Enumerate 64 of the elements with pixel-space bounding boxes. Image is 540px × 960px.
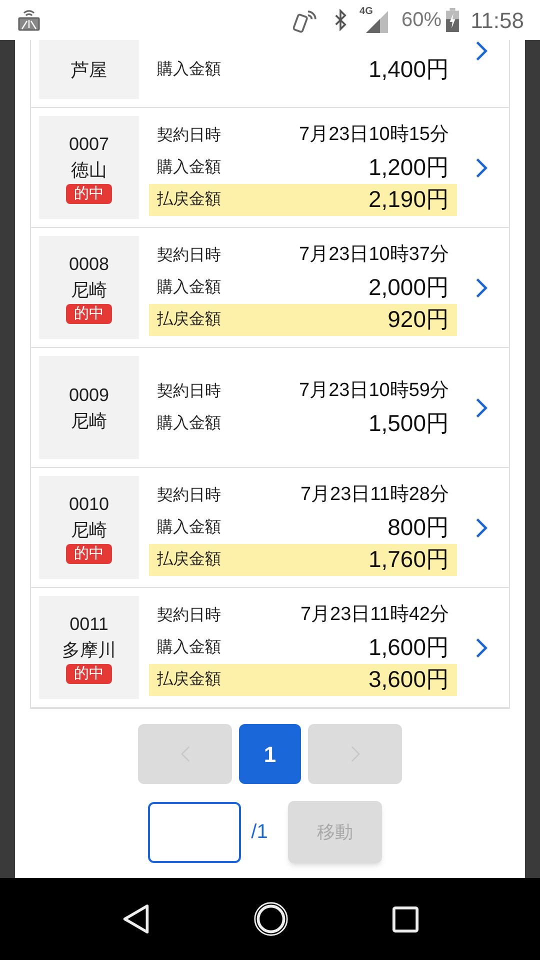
row-label: 契約日時 (157, 382, 221, 402)
row-label: 購入金額 (157, 518, 221, 538)
row-label: 購入金額 (157, 638, 221, 658)
bet-number: 0007 (68, 132, 110, 156)
chevron-right-icon (474, 156, 488, 178)
row-value: 7月23日11時28分 (300, 483, 449, 508)
venue-name: 徳山 (71, 158, 107, 182)
row-value: 1,600円 (368, 633, 449, 662)
row-value: 2,190円 (368, 185, 449, 214)
home-icon[interactable] (252, 901, 288, 937)
back-icon[interactable] (122, 904, 150, 934)
row-value: 1,200円 (368, 153, 449, 182)
page-number-field[interactable] (148, 802, 242, 862)
total-pages: /1 (251, 820, 268, 845)
row-value: 7月23日11時42分 (300, 603, 449, 628)
bet-number: 0010 (68, 492, 110, 516)
venue-name: 芦屋 (71, 58, 107, 82)
row-value: 1,400円 (368, 55, 449, 84)
row-value: 7月23日10時15分 (299, 123, 449, 148)
chevron-right-icon (474, 516, 488, 538)
row-value: 3,600円 (368, 665, 449, 694)
hit-badge: 的中 (66, 184, 112, 204)
recents-icon[interactable] (392, 906, 418, 932)
screen-mirror-icon (16, 7, 42, 33)
hit-badge: 的中 (66, 664, 112, 684)
row-label: 払戻金額 (157, 670, 221, 690)
row-label: 契約日時 (157, 126, 221, 146)
clock: 11:58 (470, 6, 524, 34)
row-label: 購入金額 (157, 60, 221, 80)
hit-badge: 的中 (66, 304, 112, 324)
row-value: 1,500円 (368, 409, 449, 438)
bet-number: 0009 (68, 384, 110, 406)
bet-number: 0011 (70, 612, 108, 636)
row-label: 払戻金額 (157, 310, 221, 330)
venue-name: 尼崎 (71, 410, 107, 432)
row-label: 契約日時 (157, 246, 221, 266)
hit-badge: 的中 (66, 544, 112, 564)
row-label: 購入金額 (157, 278, 221, 298)
row-label: 契約日時 (157, 486, 221, 506)
page-button[interactable]: 1 (239, 724, 301, 784)
row-label: 払戻金額 (157, 190, 221, 210)
venue-name: 多摩川 (62, 638, 116, 662)
row-value: 1,760円 (368, 545, 449, 574)
network-type: 4G (360, 7, 373, 17)
bet-number: 0008 (68, 252, 110, 276)
row-label: 払戻金額 (157, 550, 221, 570)
bluetooth-icon (332, 9, 348, 31)
venue-name: 尼崎 (71, 518, 107, 542)
chevron-right-icon (474, 396, 488, 418)
chevron-right-icon (474, 276, 488, 298)
battery-percent: 60% (402, 8, 442, 33)
row-value: 920円 (388, 305, 449, 334)
row-value: 2,000円 (368, 273, 449, 302)
venue-name: 尼崎 (71, 278, 107, 302)
chevron-right-icon (474, 636, 488, 658)
row-label: 購入金額 (157, 414, 221, 434)
row-label: 契約日時 (157, 606, 221, 626)
bet-card[interactable]: 芦屋 購入金額 1,400円 (31, 40, 509, 108)
chevron-right-icon (474, 40, 488, 62)
battery-charging-icon (446, 8, 459, 32)
row-value: 7月23日10時59分 (299, 379, 449, 404)
row-value: 7月23日10時37分 (299, 243, 449, 268)
row-label: 購入金額 (157, 158, 221, 178)
row-value: 800円 (388, 513, 449, 542)
